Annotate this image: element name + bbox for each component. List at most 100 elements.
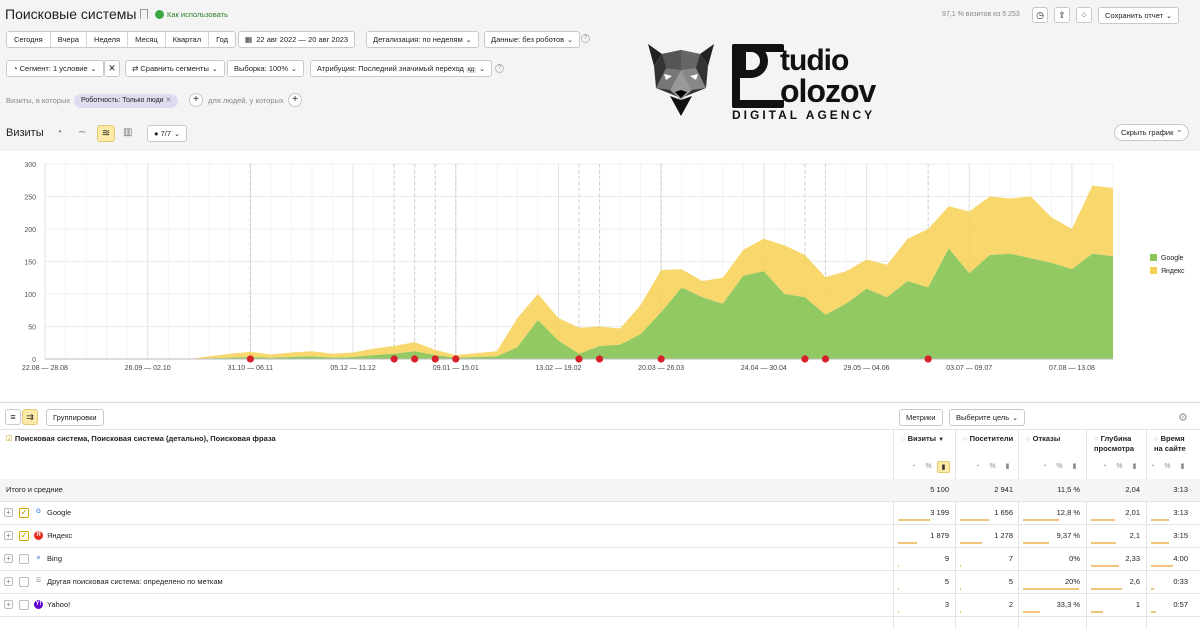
table-row[interactable]: + ✓ Я Яндекс 1 879 1 278 9,37 % 2,1 3:15 xyxy=(0,525,1200,548)
line-chart-icon[interactable]: ∼ xyxy=(78,127,86,138)
annotation-marker[interactable] xyxy=(431,355,439,363)
attribution-label: Атрибуция: Последний значимый переход xyxy=(317,64,464,73)
radio-icon[interactable]: ○ xyxy=(901,434,908,443)
row-checkbox[interactable]: ✓ xyxy=(19,531,29,541)
radio-icon[interactable]: ○ xyxy=(1026,434,1033,443)
bars-icon[interactable]: ▮ xyxy=(1001,461,1014,473)
row-label[interactable]: Yahoo! xyxy=(47,594,70,616)
legend-label[interactable]: Яндекс xyxy=(1161,268,1185,275)
segment-select[interactable]: ◔ Сегмент: 1 условие ⌄ xyxy=(6,60,104,77)
add-people-filter-icon[interactable]: + xyxy=(288,93,302,107)
metric-share-bar xyxy=(1023,519,1059,521)
row-label[interactable]: Google xyxy=(47,502,71,524)
people-prefix: для людей, у которых xyxy=(208,96,284,105)
pie-icon[interactable]: ◔ xyxy=(1146,461,1159,473)
row-label[interactable]: Bing xyxy=(47,548,62,570)
export-icon[interactable]: ⇪ xyxy=(1054,7,1070,23)
period-yesterday-button[interactable]: Вчера xyxy=(51,32,87,47)
row-label[interactable]: Другая поисковая система: определено по … xyxy=(47,571,223,593)
totals-row[interactable]: Итого и средние 5 100 2 941 11,5 % 2,04 3:13 xyxy=(0,479,1200,502)
sort-desc-icon[interactable]: ▼ xyxy=(938,437,944,443)
table-row[interactable]: + ☰ Другая поисковая система: определено п… xyxy=(0,571,1200,594)
share-icon[interactable]: ⁘ xyxy=(1076,7,1092,23)
period-year-button[interactable]: Год xyxy=(209,32,235,47)
row-checkbox[interactable]: ✓ xyxy=(19,508,29,518)
help-icon[interactable]: ? xyxy=(581,34,590,43)
expand-icon[interactable]: + xyxy=(4,600,13,609)
percent-icon[interactable]: % xyxy=(1113,461,1126,473)
pie-chart-icon[interactable]: ◔ xyxy=(56,127,62,138)
table-row[interactable]: + Y! Yahoo! 3 2 33,3 % 1 0:57 xyxy=(0,594,1200,617)
period-month-button[interactable]: Месяц xyxy=(128,32,166,47)
dimension-header[interactable]: ☑ Поисковая система, Поисковая система (… xyxy=(6,434,276,443)
legend-label[interactable]: Google xyxy=(1161,255,1184,262)
table-row[interactable]: + ✓ G Google 3 199 1 656 12,8 % 2,01 3:13 xyxy=(0,502,1200,525)
hide-chart-button[interactable]: Скрыть график ⌃ xyxy=(1114,124,1190,141)
how-to-use-link[interactable]: Как использовать xyxy=(167,10,228,19)
close-icon[interactable]: ✕ xyxy=(166,97,172,104)
pie-icon[interactable]: ◔ xyxy=(1098,461,1111,473)
period-today-button[interactable]: Сегодня xyxy=(7,32,51,47)
expand-icon[interactable]: + xyxy=(4,554,13,563)
row-checkbox[interactable] xyxy=(19,577,29,587)
detail-select[interactable]: Детализация: по неделям ⌄ xyxy=(366,31,479,48)
annotation-marker[interactable] xyxy=(657,355,665,363)
column-header[interactable]: ○ Посетители xyxy=(963,434,1019,444)
bar-chart-icon[interactable]: ▥ xyxy=(123,127,132,138)
period-quarter-button[interactable]: Квартал xyxy=(166,32,210,47)
filter-tag[interactable]: Роботность: Только люди ✕ xyxy=(74,94,179,108)
radio-icon[interactable]: ○ xyxy=(1154,434,1161,443)
percent-icon[interactable]: % xyxy=(1053,461,1066,473)
help-icon[interactable]: ? xyxy=(495,64,504,73)
expand-icon[interactable]: + xyxy=(4,531,13,540)
annotation-marker[interactable] xyxy=(246,355,254,363)
date-range-button[interactable]: ▦ 22 авг 2022 — 20 авг 2023 xyxy=(238,31,356,48)
annotation-marker[interactable] xyxy=(452,355,460,363)
row-checkbox[interactable] xyxy=(19,600,29,610)
annotation-marker[interactable] xyxy=(821,355,830,363)
sample-select[interactable]: Выборка: 100% ⌄ xyxy=(227,60,304,77)
clock-icon[interactable]: ◷ xyxy=(1032,7,1048,23)
radio-icon[interactable]: ○ xyxy=(963,434,970,443)
bookmark-icon[interactable] xyxy=(140,9,148,19)
close-icon[interactable]: ✕ xyxy=(104,60,120,77)
percent-icon[interactable]: % xyxy=(1161,461,1174,473)
pie-icon[interactable]: ◔ xyxy=(971,461,984,473)
annotation-marker[interactable] xyxy=(801,355,809,363)
annotation-marker[interactable] xyxy=(411,355,419,363)
checkbox-icon[interactable]: ☑ xyxy=(6,434,15,443)
row-label[interactable]: Яндекс xyxy=(47,525,72,547)
radio-icon[interactable]: ○ xyxy=(1094,434,1101,443)
percent-icon[interactable]: % xyxy=(986,461,999,473)
column-header[interactable]: ○ Отказы xyxy=(1026,434,1086,444)
area-chart-icon[interactable]: ≋ xyxy=(97,125,115,142)
series-count-select[interactable]: ● 7/7 ⌄ xyxy=(147,125,187,142)
table-row[interactable]: + ⌕ Bing 9 7 0% 2,33 4:00 xyxy=(0,548,1200,571)
attribution-select[interactable]: Атрибуция: Последний значимый переход кд… xyxy=(310,60,492,77)
annotation-marker[interactable] xyxy=(575,355,583,363)
period-week-button[interactable]: Неделя xyxy=(87,32,129,47)
bars-icon[interactable]: ▮ xyxy=(1068,461,1081,473)
compare-segments-select[interactable]: ⇄ Сравнить сегменты ⌄ xyxy=(125,60,225,77)
bars-icon[interactable]: ▮ xyxy=(1128,461,1141,473)
column-header[interactable]: ○ Время на сайте xyxy=(1154,434,1194,454)
save-report-button[interactable]: Сохранить отчет ⌄ xyxy=(1098,7,1179,24)
bars-icon[interactable]: ▮ xyxy=(1176,461,1189,473)
annotation-marker[interactable] xyxy=(595,355,604,363)
pie-icon[interactable]: ◔ xyxy=(907,461,920,473)
annotation-marker[interactable] xyxy=(390,355,398,363)
legend-swatch[interactable] xyxy=(1150,254,1157,261)
column-header[interactable]: ○ Визиты ▼ xyxy=(901,434,955,445)
pie-icon[interactable]: ◔ xyxy=(1038,461,1051,473)
row-checkbox[interactable] xyxy=(19,554,29,564)
add-visit-filter-icon[interactable]: + xyxy=(189,93,203,107)
expand-icon[interactable]: + xyxy=(4,577,13,586)
percent-icon[interactable]: % xyxy=(922,461,935,473)
legend-swatch[interactable] xyxy=(1150,267,1157,274)
bars-icon[interactable]: ▮ xyxy=(937,461,950,473)
column-header[interactable]: ○ Глубина просмотра xyxy=(1094,434,1146,454)
metric-share-bar xyxy=(898,588,899,590)
expand-icon[interactable]: + xyxy=(4,508,13,517)
data-filter-select[interactable]: Данные: без роботов ⌄ xyxy=(484,31,581,48)
annotation-marker[interactable] xyxy=(924,355,932,363)
